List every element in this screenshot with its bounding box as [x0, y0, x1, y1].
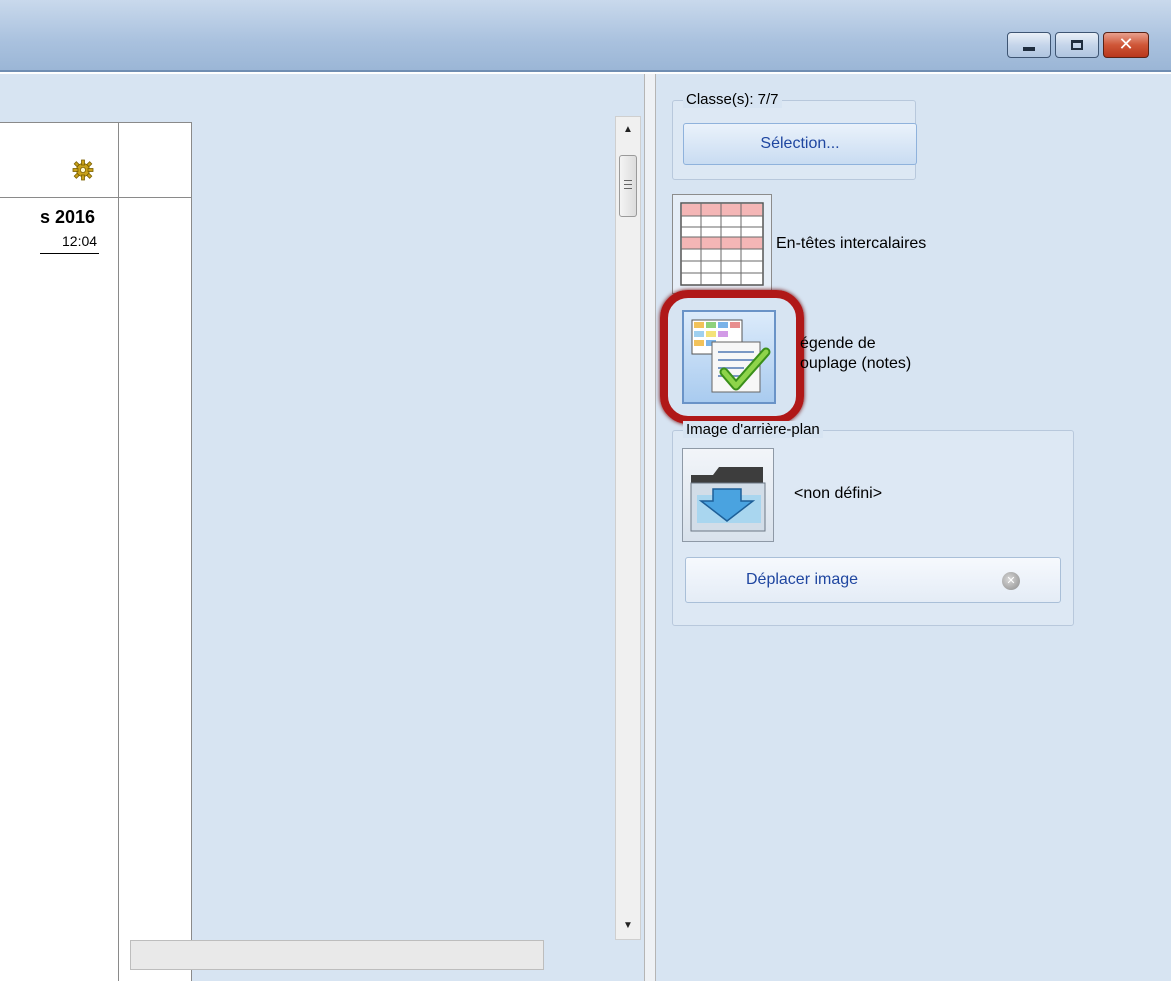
minimize-button[interactable] — [1007, 32, 1051, 58]
interleaved-headers-button[interactable] — [672, 194, 772, 294]
classes-group-legend: Classe(s): 7/7 — [683, 91, 782, 108]
timetable-area: s 2016 12:04 ▲ ▼ — [0, 74, 644, 981]
window-controls: ✕ — [1007, 32, 1149, 58]
coupling-legend-line-2: ouplage (notes) — [800, 355, 912, 372]
close-button[interactable]: ✕ — [1103, 32, 1149, 58]
thumb-grip — [624, 180, 632, 181]
vertical-scrollbar[interactable]: ▲ ▼ — [615, 116, 641, 940]
coupling-legend-line-1: égende de — [800, 335, 876, 352]
title-bar: ✕ — [0, 0, 1171, 72]
maximize-icon — [1071, 40, 1083, 50]
grid-year-header: s 2016 — [40, 207, 96, 227]
grid-time-label: 12:04 — [40, 233, 100, 254]
timetable-grid: s 2016 12:04 — [0, 122, 192, 981]
move-image-button[interactable]: Déplacer image ✕ — [685, 557, 1061, 603]
scroll-down-arrow-icon[interactable]: ▼ — [616, 915, 640, 937]
thumb-grip — [624, 188, 632, 189]
move-image-label: Déplacer image — [746, 571, 859, 588]
background-image-legend: Image d'arrière-plan — [683, 421, 823, 438]
clear-icon[interactable]: ✕ — [1002, 572, 1020, 590]
background-image-value: <non défini> — [794, 485, 883, 502]
gear-icon[interactable] — [72, 159, 94, 181]
grid-row-divider — [0, 197, 191, 198]
grid-column-divider — [118, 123, 119, 981]
options-panel: Classe(s): 7/7 Sélection... En-têtes int… — [656, 74, 1171, 981]
scroll-up-arrow-icon[interactable]: ▲ — [616, 119, 640, 141]
table-headers-icon — [680, 202, 764, 286]
classes-group: Classe(s): 7/7 Sélection... — [672, 91, 917, 180]
minimize-icon — [1023, 46, 1035, 51]
horizontal-scrollbar[interactable] — [130, 940, 544, 970]
scroll-thumb[interactable] — [619, 155, 637, 217]
close-icon: ✕ — [1118, 34, 1134, 55]
choose-background-button[interactable] — [682, 448, 774, 542]
coupling-legend-label: égende de ouplage (notes) — [800, 334, 970, 374]
thumb-grip — [624, 184, 632, 185]
folder-download-icon — [690, 467, 766, 532]
interleaved-headers-label: En-têtes intercalaires — [776, 235, 927, 252]
application-window: ✕ s 2016 12:04 ▲ ▼ Classe(s): 7/7 Sélect… — [0, 0, 1171, 981]
selection-button[interactable]: Sélection... — [683, 123, 917, 165]
maximize-button[interactable] — [1055, 32, 1099, 58]
panel-splitter[interactable] — [644, 74, 656, 981]
highlight-ring — [660, 290, 804, 424]
